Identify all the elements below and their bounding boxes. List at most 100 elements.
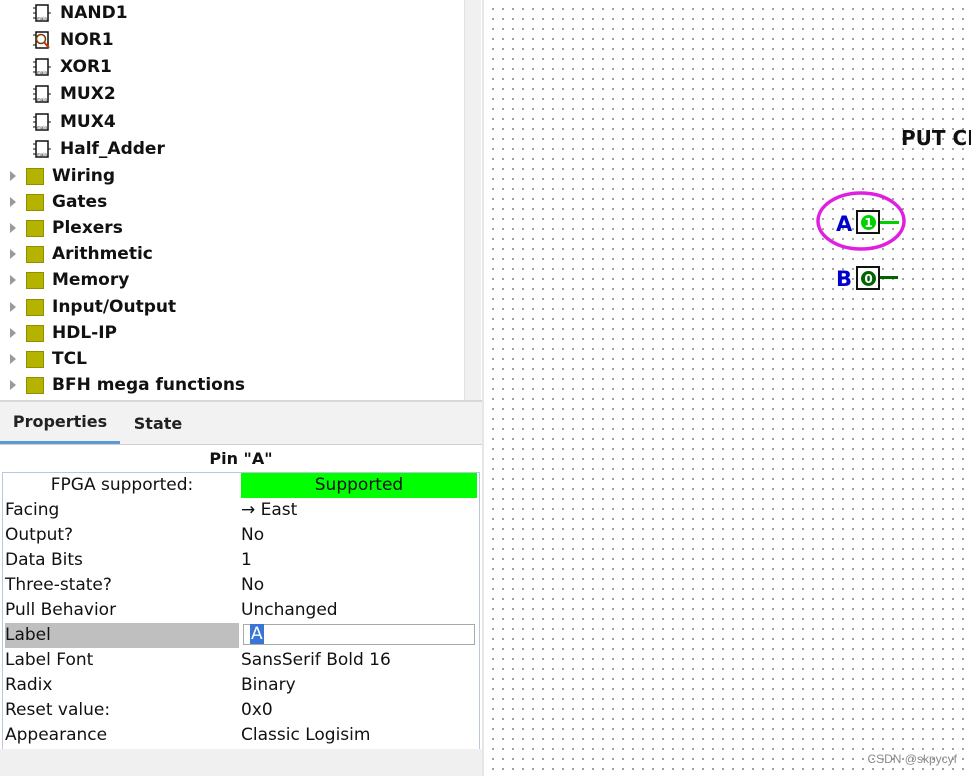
tree-item-xor1[interactable]: main XOR1: [32, 54, 112, 80]
properties-title: Pin "A": [0, 445, 482, 472]
property-row-data-bits[interactable]: Data Bits 1: [3, 548, 479, 573]
tree-folder-input-output[interactable]: Input/Output: [8, 294, 176, 320]
chip-icon: main: [33, 4, 51, 22]
folder-icon: [26, 193, 44, 211]
property-value[interactable]: → East: [241, 498, 477, 523]
property-row-facing[interactable]: Facing → East: [3, 498, 479, 523]
chevron-right-icon[interactable]: [8, 380, 18, 390]
tree-item-nand1[interactable]: main NAND1: [32, 0, 128, 26]
tree-folder-arithmetic[interactable]: Arithmetic: [8, 241, 153, 267]
chevron-right-icon[interactable]: [8, 328, 18, 338]
chevron-right-icon[interactable]: [8, 223, 18, 233]
svg-text:main: main: [37, 97, 47, 102]
property-row-output[interactable]: Output? No: [3, 523, 479, 548]
tree-folder-plexers[interactable]: Plexers: [8, 215, 123, 241]
property-row-label[interactable]: Label A: [3, 623, 479, 648]
tree-folder-label: Arithmetic: [52, 244, 153, 264]
tree-folder-memory[interactable]: Memory: [8, 267, 129, 293]
tree-item-label: XOR1: [60, 57, 112, 77]
canvas-text-label[interactable]: PUT CI: [901, 126, 971, 150]
property-key: Reset value:: [5, 700, 111, 720]
properties-table: FPGA supported: Supported Facing → East …: [2, 472, 480, 750]
pin-b-value[interactable]: 0: [861, 271, 876, 286]
property-key: FPGA supported:: [50, 475, 194, 495]
folder-icon: [26, 271, 44, 289]
property-key: Data Bits: [5, 550, 83, 570]
chevron-right-icon[interactable]: [8, 197, 18, 207]
tree-item-mux4[interactable]: main MUX4: [32, 109, 116, 135]
property-key: Label: [5, 623, 239, 648]
chip-icon: main: [33, 85, 51, 103]
property-value[interactable]: No: [241, 523, 477, 548]
chevron-right-icon[interactable]: [8, 354, 18, 364]
tree-folder-label: Input/Output: [52, 297, 177, 317]
property-key: Facing: [5, 500, 60, 520]
chip-icon: main: [33, 58, 51, 76]
tree-item-label: MUX4: [60, 112, 116, 132]
property-key: Three-state?: [5, 575, 112, 595]
tree-item-half-adder[interactable]: main Half_Adder: [32, 136, 165, 162]
property-row-appearance[interactable]: Appearance Classic Logisim: [3, 723, 479, 748]
tree-item-label: NOR1: [60, 30, 114, 50]
tree-folder-label: BFH mega functions: [52, 375, 246, 395]
pin-b-label[interactable]: B: [836, 267, 852, 291]
property-row-radix[interactable]: Radix Binary: [3, 673, 479, 698]
property-value[interactable]: 0x0: [241, 698, 477, 723]
chip-magnifier-icon: [33, 31, 50, 49]
property-key: Radix: [5, 675, 53, 695]
tree-folder-label: Gates: [52, 192, 108, 212]
pin-a-label[interactable]: A: [836, 212, 852, 236]
property-value[interactable]: Binary: [241, 673, 477, 698]
tree-folder-gates[interactable]: Gates: [8, 189, 107, 215]
pin-b[interactable]: 0: [856, 266, 880, 290]
label-input-selected-text: A: [250, 624, 264, 644]
tree-item-nor1[interactable]: NOR1: [32, 27, 114, 53]
folder-icon: [26, 298, 44, 316]
tree-item-mux2[interactable]: main MUX2: [32, 81, 116, 107]
property-key: Pull Behavior: [5, 600, 117, 620]
tree-scrollbar[interactable]: [464, 0, 481, 400]
properties-footer: [0, 749, 482, 776]
chevron-right-icon[interactable]: [8, 302, 18, 312]
property-value[interactable]: 1: [241, 548, 477, 573]
property-row-reset-value[interactable]: Reset value: 0x0: [3, 698, 479, 723]
chip-icon: main: [33, 140, 51, 158]
tab-state[interactable]: State: [120, 402, 196, 444]
circuit-canvas[interactable]: PUT CI A 1 B 0 CSDN @skpycyf: [484, 0, 971, 776]
property-value[interactable]: Unchanged: [241, 598, 477, 623]
tree-folder-label: Memory: [52, 270, 130, 290]
property-value[interactable]: SansSerif Bold 16: [241, 648, 477, 673]
property-key: Appearance: [5, 725, 108, 745]
pin-a-value[interactable]: 1: [861, 215, 876, 230]
tree-folder-label: Plexers: [52, 218, 123, 238]
property-value[interactable]: No: [241, 573, 477, 598]
tree-item-label: MUX2: [60, 84, 116, 104]
folder-icon: [26, 219, 44, 237]
tree-folder-label: Wiring: [52, 166, 116, 186]
chevron-right-icon[interactable]: [8, 249, 18, 259]
svg-text:main: main: [37, 70, 47, 75]
tree-folder-tcl[interactable]: TCL: [8, 346, 87, 372]
toolbox-tree[interactable]: main NAND1 NOR1 main XOR1 main MUX2 main…: [0, 0, 464, 400]
property-row-label-font[interactable]: Label Font SansSerif Bold 16: [3, 648, 479, 673]
tree-folder-hdl-ip[interactable]: HDL-IP: [8, 320, 117, 346]
label-input[interactable]: A: [243, 624, 475, 645]
folder-icon: [26, 245, 44, 263]
svg-text:main: main: [37, 152, 47, 157]
folder-icon: [26, 324, 44, 342]
tab-properties[interactable]: Properties: [0, 402, 120, 444]
chip-icon: main: [33, 113, 51, 131]
pin-a-wire[interactable]: [880, 221, 899, 224]
chevron-right-icon[interactable]: [8, 275, 18, 285]
property-value[interactable]: Classic Logisim: [241, 723, 477, 748]
tree-folder-bfh-mega-functions[interactable]: BFH mega functions: [8, 372, 245, 398]
property-row-pull-behavior[interactable]: Pull Behavior Unchanged: [3, 598, 479, 623]
pin-b-wire[interactable]: [880, 276, 898, 279]
tree-folder-wiring[interactable]: Wiring: [8, 163, 115, 189]
property-row-three-state[interactable]: Three-state? No: [3, 573, 479, 598]
chevron-right-icon[interactable]: [8, 171, 18, 181]
svg-text:main: main: [37, 16, 47, 21]
folder-icon: [26, 350, 44, 368]
property-key: Output?: [5, 525, 74, 545]
pin-a[interactable]: 1: [856, 210, 880, 234]
